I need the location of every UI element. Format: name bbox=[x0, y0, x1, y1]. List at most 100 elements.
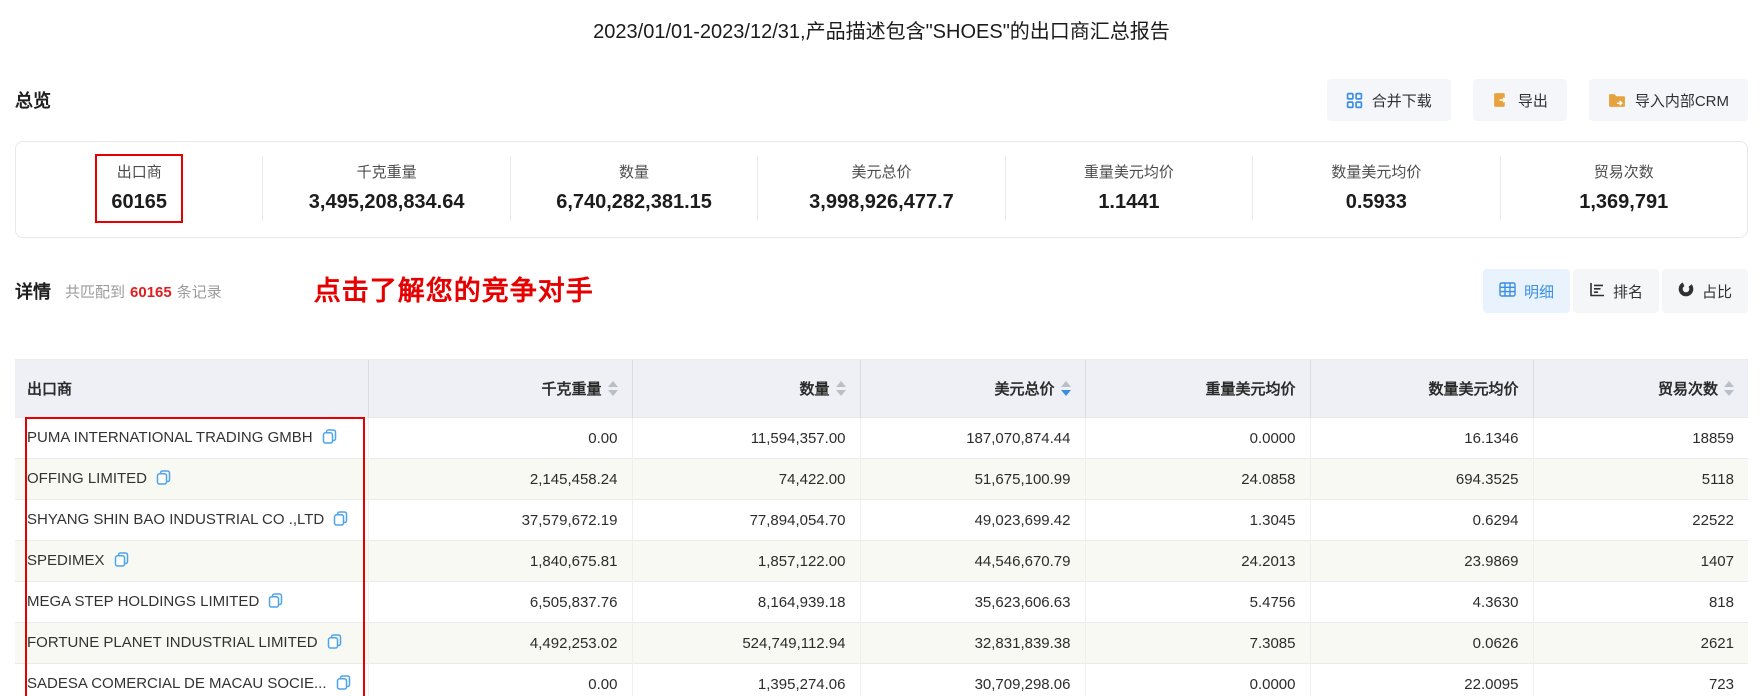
stat-exporters: 出口商 60165 bbox=[16, 154, 262, 223]
usd-per-kg-cell: 0.0000 bbox=[1084, 417, 1310, 459]
usd-total-cell: 187,070,874.44 bbox=[859, 417, 1085, 459]
stats-card: 出口商 60165 千克重量 3,495,208,834.64 数量 6,740… bbox=[15, 141, 1748, 238]
usd-per-qty-cell: 4.3630 bbox=[1309, 581, 1533, 623]
stat-value: 6,740,282,381.15 bbox=[556, 191, 712, 213]
table-row[interactable]: PUMA INTERNATIONAL TRADING GMBH 0.00 11,… bbox=[15, 417, 1748, 459]
exporter-name[interactable]: SPEDIMEX bbox=[27, 552, 105, 569]
quantity-cell: 1,395,274.06 bbox=[631, 663, 860, 696]
usd-per-qty-cell: 0.0626 bbox=[1309, 622, 1533, 664]
usd-per-kg-cell: 24.2013 bbox=[1084, 540, 1310, 582]
exporter-name[interactable]: PUMA INTERNATIONAL TRADING GMBH bbox=[27, 429, 313, 446]
kg-weight-cell: 2,145,458.24 bbox=[367, 458, 632, 500]
copy-icon[interactable] bbox=[333, 510, 348, 530]
quantity-cell: 524,749,112.94 bbox=[631, 622, 860, 664]
details-section-header: 详情 共匹配到 60165 条记录 点击了解您的竞争对手 明细 排名 占比 bbox=[15, 269, 1748, 313]
stat-label: 出口商 bbox=[116, 164, 162, 181]
stat-label: 贸易次数 bbox=[1593, 164, 1654, 181]
col-header-kg-weight[interactable]: 千克重量 bbox=[367, 359, 632, 418]
annotation-box-exporter-stat: 出口商 60165 bbox=[95, 154, 184, 223]
stat-kg-weight: 千克重量 3,495,208,834.64 bbox=[262, 156, 509, 221]
col-header-exporter: 出口商 bbox=[15, 359, 368, 418]
exporter-name[interactable]: MEGA STEP HOLDINGS LIMITED bbox=[27, 593, 259, 610]
col-header-usd-total[interactable]: 美元总价 bbox=[859, 359, 1085, 418]
usd-total-cell: 51,675,100.99 bbox=[859, 458, 1085, 500]
annotation-competitors-text: 点击了解您的竞争对手 bbox=[313, 275, 594, 306]
kg-weight-cell: 6,505,837.76 bbox=[367, 581, 632, 623]
table-row[interactable]: MEGA STEP HOLDINGS LIMITED 6,505,837.76 … bbox=[15, 581, 1748, 623]
quantity-cell: 11,594,357.00 bbox=[631, 417, 860, 459]
exporter-name[interactable]: SADESA COMERCIAL DE MACAU SOCIE... bbox=[27, 675, 327, 692]
stat-label: 千克重量 bbox=[356, 164, 417, 181]
export-button[interactable]: 导出 bbox=[1472, 79, 1567, 121]
usd-per-kg-cell: 5.4756 bbox=[1084, 581, 1310, 623]
tab-label: 占比 bbox=[1701, 283, 1732, 301]
tab-detail-view[interactable]: 明细 bbox=[1482, 269, 1570, 313]
copy-icon[interactable] bbox=[156, 469, 171, 489]
trade-count-cell: 1407 bbox=[1532, 540, 1748, 582]
usd-per-kg-cell: 1.3045 bbox=[1084, 499, 1310, 541]
usd-total-cell: 49,023,699.42 bbox=[859, 499, 1085, 541]
usd-per-qty-cell: 694.3525 bbox=[1309, 458, 1533, 500]
stat-value: 0.5933 bbox=[1345, 191, 1407, 213]
report-title: 2023/01/01-2023/12/31,产品描述包含"SHOES"的出口商汇… bbox=[593, 21, 1170, 43]
exporter-name[interactable]: SHYANG SHIN BAO INDUSTRIAL CO .,LTD bbox=[27, 511, 324, 528]
tab-share-view[interactable]: 占比 bbox=[1661, 269, 1748, 313]
quantity-cell: 77,894,054.70 bbox=[631, 499, 860, 541]
stat-usd-per-qty: 数量美元均价 0.5933 bbox=[1252, 156, 1499, 221]
tab-ranking-view[interactable]: 排名 bbox=[1572, 269, 1659, 313]
tab-label: 排名 bbox=[1612, 283, 1643, 301]
col-header-usd-per-qty: 数量美元均价 bbox=[1309, 359, 1533, 418]
quantity-cell: 74,422.00 bbox=[631, 458, 860, 500]
toolbar-actions: 合并下载 导出 导入内部CRM bbox=[1326, 79, 1748, 121]
kg-weight-cell: 0.00 bbox=[367, 417, 632, 459]
table-header-row: 出口商 千克重量 数量 美元总价 重量美元均价 数量美元均价 贸易次数 bbox=[15, 359, 1748, 418]
stat-trade-count: 贸易次数 1,369,791 bbox=[1499, 156, 1747, 221]
usd-per-kg-cell: 24.0858 bbox=[1084, 458, 1310, 500]
trade-count-cell: 818 bbox=[1532, 581, 1748, 623]
sort-icon[interactable] bbox=[835, 381, 846, 396]
usd-per-qty-cell: 22.0095 bbox=[1309, 663, 1533, 696]
copy-icon[interactable] bbox=[268, 592, 283, 612]
quantity-cell: 1,857,122.00 bbox=[631, 540, 860, 582]
overview-heading: 总览 bbox=[15, 91, 51, 111]
stat-label: 美元总价 bbox=[851, 164, 912, 181]
exporter-name[interactable]: FORTUNE PLANET INDUSTRIAL LIMITED bbox=[27, 634, 318, 651]
kg-weight-cell: 4,492,253.02 bbox=[367, 622, 632, 664]
ranking-icon bbox=[1589, 282, 1605, 301]
copy-icon[interactable] bbox=[114, 551, 129, 571]
table-row[interactable]: SADESA COMERCIAL DE MACAU SOCIE... 0.00 … bbox=[15, 663, 1748, 696]
col-header-quantity[interactable]: 数量 bbox=[631, 359, 860, 418]
exporter-name[interactable]: OFFING LIMITED bbox=[27, 470, 147, 487]
sort-icon-active-desc[interactable] bbox=[1060, 381, 1071, 396]
trade-count-cell: 723 bbox=[1532, 663, 1748, 696]
table-row[interactable]: SHYANG SHIN BAO INDUSTRIAL CO .,LTD 37,5… bbox=[15, 499, 1748, 541]
sort-icon[interactable] bbox=[1724, 381, 1734, 396]
usd-total-cell: 35,623,606.63 bbox=[859, 581, 1085, 623]
stat-usd-per-kg: 重量美元均价 1.1441 bbox=[1004, 156, 1252, 221]
merge-download-button[interactable]: 合并下载 bbox=[1326, 79, 1451, 121]
copy-icon[interactable] bbox=[327, 633, 342, 653]
copy-icon[interactable] bbox=[336, 674, 351, 694]
table-row[interactable]: SPEDIMEX 1,840,675.81 1,857,122.00 44,54… bbox=[15, 540, 1748, 582]
usd-total-cell: 30,709,298.06 bbox=[859, 663, 1085, 696]
copy-icon[interactable] bbox=[322, 428, 337, 448]
tab-label: 明细 bbox=[1523, 283, 1554, 301]
pie-icon bbox=[1678, 281, 1694, 301]
table-row[interactable]: OFFING LIMITED 2,145,458.24 74,422.00 51… bbox=[15, 458, 1748, 500]
usd-per-qty-cell: 16.1346 bbox=[1309, 417, 1533, 459]
match-count: 60165 bbox=[130, 283, 172, 301]
usd-per-kg-cell: 7.3085 bbox=[1084, 622, 1310, 664]
col-header-trade-count[interactable]: 贸易次数 bbox=[1532, 359, 1748, 418]
export-icon bbox=[1492, 92, 1509, 109]
match-records-text: 共匹配到 60165 条记录 bbox=[65, 283, 222, 301]
table-row[interactable]: FORTUNE PLANET INDUSTRIAL LIMITED 4,492,… bbox=[15, 622, 1748, 664]
import-crm-button[interactable]: 导入内部CRM bbox=[1588, 79, 1748, 121]
usd-total-cell: 32,831,839.38 bbox=[859, 622, 1085, 664]
stat-value: 1.1441 bbox=[1098, 191, 1160, 213]
import-crm-label: 导入内部CRM bbox=[1634, 92, 1729, 110]
sort-icon[interactable] bbox=[607, 381, 618, 396]
quantity-cell: 8,164,939.18 bbox=[631, 581, 860, 623]
kg-weight-cell: 1,840,675.81 bbox=[367, 540, 632, 582]
view-mode-tabs: 明细 排名 占比 bbox=[1482, 269, 1748, 313]
exporters-table: 出口商 千克重量 数量 美元总价 重量美元均价 数量美元均价 贸易次数 PUMA… bbox=[15, 359, 1748, 696]
